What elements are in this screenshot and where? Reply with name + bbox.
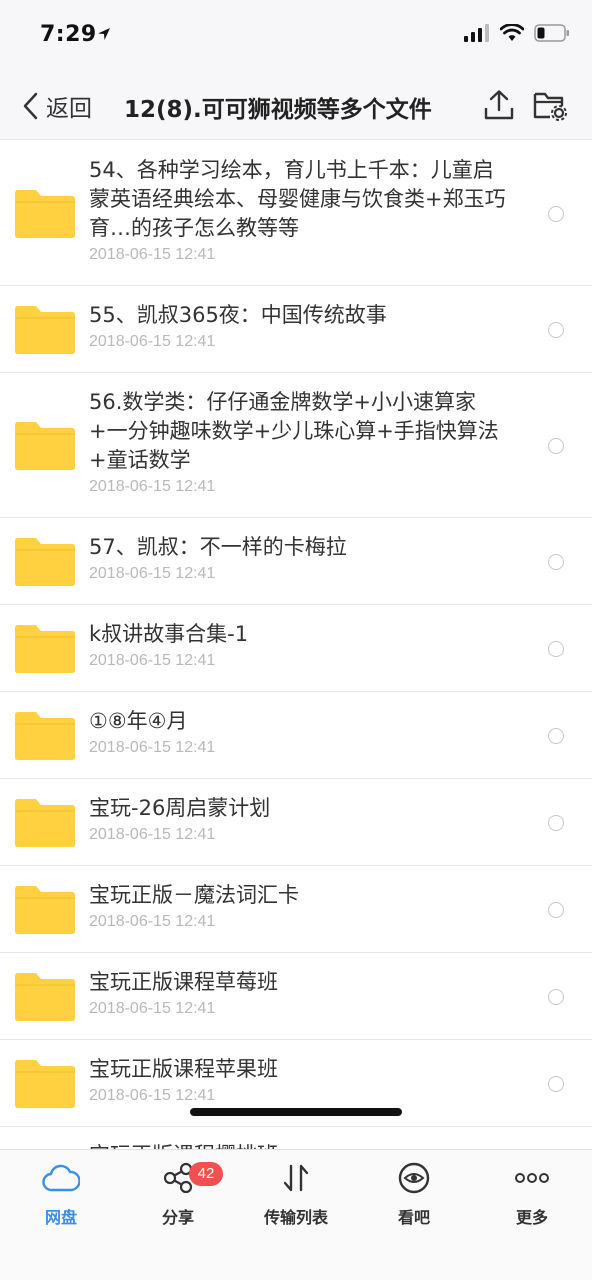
file-text: 56.数学类：仔仔通金牌数学+小小速算家+一分钟趣味数学+少儿珠心算+手指快算法… [89, 388, 509, 496]
file-list: 54、各种学习绘本，育儿书上千本：儿童启蒙英语经典绘本、母婴健康与饮食类+郑玉巧… [0, 141, 592, 1149]
tab-netdisk[interactable]: 网盘 [6, 1158, 116, 1230]
tab-bar: 网盘 分享 42 传输列表 看吧 更多 [0, 1149, 592, 1280]
eye-icon [394, 1158, 434, 1198]
file-name: ①⑧年④月 [89, 709, 188, 733]
file-row[interactable]: 57、凯叔：不一样的卡梅拉 2018-06-15 12:41 [0, 518, 592, 605]
page-title: 12(8).可可狮视频等多个文件 [124, 97, 432, 123]
file-name: 56.数学类：仔仔通金牌数学+小小速算家+一分钟趣味数学+少儿珠心算+手指快算法… [89, 390, 499, 472]
tab-label: 分享 [161, 1208, 194, 1227]
select-radio[interactable] [548, 321, 564, 338]
file-row[interactable]: 宝玩-26周启蒙计划 2018-06-15 12:41 [0, 779, 592, 866]
file-row[interactable]: 宝玩正版课程草莓班 2018-06-15 12:41 [0, 953, 592, 1040]
select-radio[interactable] [548, 553, 564, 570]
file-date: 2018-06-15 12:41 [89, 1087, 216, 1104]
file-text: ①⑧年④月 2018-06-15 12:41 [89, 707, 509, 757]
folder-icon [15, 798, 75, 847]
location-arrow-icon [98, 28, 110, 40]
select-radio[interactable] [548, 437, 564, 454]
file-text: 宝玩正版－魔法词汇卡 2018-06-15 12:41 [89, 881, 509, 931]
file-name: 宝玩正版课程草莓班 [89, 970, 278, 994]
select-radio[interactable] [548, 988, 564, 1005]
status-time: 7:29 [40, 22, 97, 47]
folder-icon [15, 305, 75, 354]
folder-icon [15, 624, 75, 673]
file-date: 2018-06-15 12:41 [89, 333, 216, 350]
back-button[interactable]: 返回 [22, 86, 92, 126]
folder-icon [15, 972, 75, 1021]
file-name: 57、凯叔：不一样的卡梅拉 [89, 535, 347, 559]
file-date: 2018-06-15 12:41 [89, 246, 216, 263]
file-name: 宝玩正版－魔法词汇卡 [89, 883, 299, 907]
tab-transfer[interactable]: 传输列表 [241, 1158, 351, 1230]
transfer-icon [276, 1158, 316, 1198]
tab-label: 看吧 [397, 1208, 430, 1227]
file-date: 2018-06-15 12:41 [89, 565, 216, 582]
status-bar: 7:29 [0, 0, 592, 74]
file-text: 宝玩-26周启蒙计划 2018-06-15 12:41 [89, 794, 509, 844]
file-text: 57、凯叔：不一样的卡梅拉 2018-06-15 12:41 [89, 533, 509, 583]
file-date: 2018-06-15 12:41 [89, 739, 216, 756]
upload-icon[interactable] [482, 88, 516, 122]
file-date: 2018-06-15 12:41 [89, 478, 216, 495]
file-date: 2018-06-15 12:41 [89, 913, 216, 930]
cloud-icon [41, 1158, 81, 1198]
file-name: 55、凯叔365夜：中国传统故事 [89, 303, 387, 327]
back-label: 返回 [46, 96, 92, 122]
tab-label: 网盘 [44, 1208, 77, 1227]
file-name: 宝玩-26周启蒙计划 [89, 796, 271, 820]
share-badge: 42 [189, 1162, 223, 1186]
file-text: 宝玩正版课程草莓班 2018-06-15 12:41 [89, 968, 509, 1018]
battery-icon [534, 24, 569, 42]
file-text: 宝玩正版课程苹果班 2018-06-15 12:41 [89, 1055, 509, 1105]
select-radio[interactable] [548, 1075, 564, 1092]
file-name: 宝玩正版课程樱桃班 [89, 1141, 509, 1149]
file-date: 2018-06-15 12:41 [89, 826, 216, 843]
nav-bar: 返回 12(8).可可狮视频等多个文件 [0, 74, 592, 140]
folder-icon [15, 1059, 75, 1108]
select-radio[interactable] [548, 205, 564, 222]
file-row[interactable]: 宝玩正版课程樱桃班 [0, 1127, 592, 1149]
file-text: 宝玩正版课程樱桃班 [89, 1141, 509, 1149]
folder-icon [15, 711, 75, 760]
file-date: 2018-06-15 12:41 [89, 1000, 216, 1017]
folder-icon [15, 885, 75, 934]
status-indicators [464, 24, 570, 42]
select-radio[interactable] [548, 640, 564, 657]
tab-label: 更多 [515, 1208, 548, 1227]
select-radio[interactable] [548, 901, 564, 918]
folder-settings-icon[interactable] [532, 88, 568, 122]
select-radio[interactable] [548, 727, 564, 744]
file-row[interactable]: 55、凯叔365夜：中国传统故事 2018-06-15 12:41 [0, 286, 592, 373]
folder-icon [15, 189, 75, 238]
folder-icon [15, 537, 75, 586]
file-text: 54、各种学习绘本，育儿书上千本：儿童启蒙英语经典绘本、母婴健康与饮食类+郑玉巧… [89, 156, 509, 264]
file-row[interactable]: k叔讲故事合集-1 2018-06-15 12:41 [0, 605, 592, 692]
chevron-left-icon [23, 92, 38, 120]
folder-icon [15, 421, 75, 470]
wifi-icon [500, 24, 524, 41]
file-row[interactable]: 宝玩正版－魔法词汇卡 2018-06-15 12:41 [0, 866, 592, 953]
select-radio[interactable] [548, 814, 564, 831]
signal-icon [464, 24, 489, 42]
file-text: 55、凯叔365夜：中国传统故事 2018-06-15 12:41 [89, 301, 509, 351]
file-row[interactable]: ①⑧年④月 2018-06-15 12:41 [0, 692, 592, 779]
more-icon [512, 1158, 552, 1198]
file-row[interactable]: 56.数学类：仔仔通金牌数学+小小速算家+一分钟趣味数学+少儿珠心算+手指快算法… [0, 373, 592, 518]
file-text: k叔讲故事合集-1 2018-06-15 12:41 [89, 620, 509, 670]
home-indicator [190, 1108, 402, 1116]
tab-kanba[interactable]: 看吧 [359, 1158, 469, 1230]
file-name: 54、各种学习绘本，育儿书上千本：儿童启蒙英语经典绘本、母婴健康与饮食类+郑玉巧… [89, 158, 506, 240]
tab-label: 传输列表 [263, 1208, 328, 1227]
file-date: 2018-06-15 12:41 [89, 652, 216, 669]
tab-more[interactable]: 更多 [477, 1158, 587, 1230]
file-name: 宝玩正版课程苹果班 [89, 1057, 278, 1081]
file-row[interactable]: 54、各种学习绘本，育儿书上千本：儿童启蒙英语经典绘本、母婴健康与饮食类+郑玉巧… [0, 141, 592, 286]
file-name: k叔讲故事合集-1 [89, 622, 249, 646]
tab-share[interactable]: 分享 42 [123, 1158, 233, 1230]
